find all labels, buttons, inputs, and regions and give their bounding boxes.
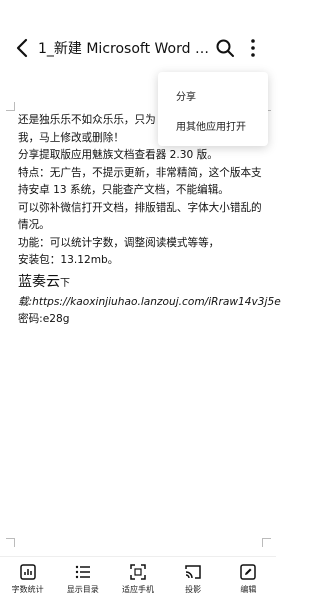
doc-line: 特点：无广告，不提示更新，非常精简，这个版本支 [18, 166, 262, 179]
page-corner-mark [262, 538, 271, 547]
doc-heading-main: 蓝奏云 [18, 273, 60, 290]
page-corner-mark [6, 538, 15, 547]
doc-heading: 蓝奏云下 [18, 272, 276, 294]
menu-item-open-with[interactable]: 用其他应用打开 [176, 118, 246, 133]
menu-item-share[interactable]: 分享 [176, 88, 196, 103]
chart-icon [19, 564, 36, 580]
list-icon [75, 565, 90, 579]
tool-label: 适应手机 [121, 585, 154, 594]
doc-line: 功能：可以统计字数，调整阅读模式等等， [18, 236, 220, 249]
cast-icon [185, 565, 201, 579]
search-icon[interactable] [214, 37, 236, 59]
top-app-bar: 1_新建 Microsoft Word 文… [0, 30, 276, 66]
doc-line: 分享提取版应用魅族文档查看器 2.30 版。 [18, 149, 218, 161]
edit-icon [240, 564, 257, 580]
fit-screen-icon [130, 564, 146, 580]
word-count-button[interactable]: 字数统计 [2, 557, 54, 601]
doc-line: 安装包：13.12mb。 [18, 254, 119, 266]
doc-line: 可以弥补微信打开文档，排版错乱、字体大小错乱的 [18, 201, 262, 214]
doc-line: 情况。 [18, 219, 50, 231]
tool-label: 编辑 [240, 585, 257, 594]
page-corner-mark [6, 102, 15, 111]
show-toc-button[interactable]: 显示目录 [57, 557, 109, 601]
doc-link-line[interactable]: 载:https://kaoxinjiuhao.lanzouj.com/iRraw… [18, 294, 281, 312]
bottom-toolbar: 字数统计 显示目录 适应手机 投影 编辑 [0, 556, 276, 601]
edit-button[interactable]: 编辑 [222, 557, 274, 601]
fit-phone-button[interactable]: 适应手机 [112, 557, 164, 601]
overflow-menu: 分享 用其他应用打开 [158, 72, 268, 146]
back-arrow-icon[interactable] [14, 38, 32, 58]
cast-button[interactable]: 投影 [167, 557, 219, 601]
doc-heading-small: 下 [60, 277, 70, 289]
doc-line: 持安卓 13 系统，只能查产文档，不能编辑。 [18, 184, 229, 196]
tool-label: 投影 [185, 585, 202, 594]
tool-label: 字数统计 [11, 585, 44, 594]
document-title: 1_新建 Microsoft Word 文… [38, 41, 210, 57]
doc-password-line: 密码:e28g [18, 313, 70, 325]
tool-label: 显示目录 [66, 585, 99, 594]
more-vertical-icon[interactable] [244, 37, 262, 59]
